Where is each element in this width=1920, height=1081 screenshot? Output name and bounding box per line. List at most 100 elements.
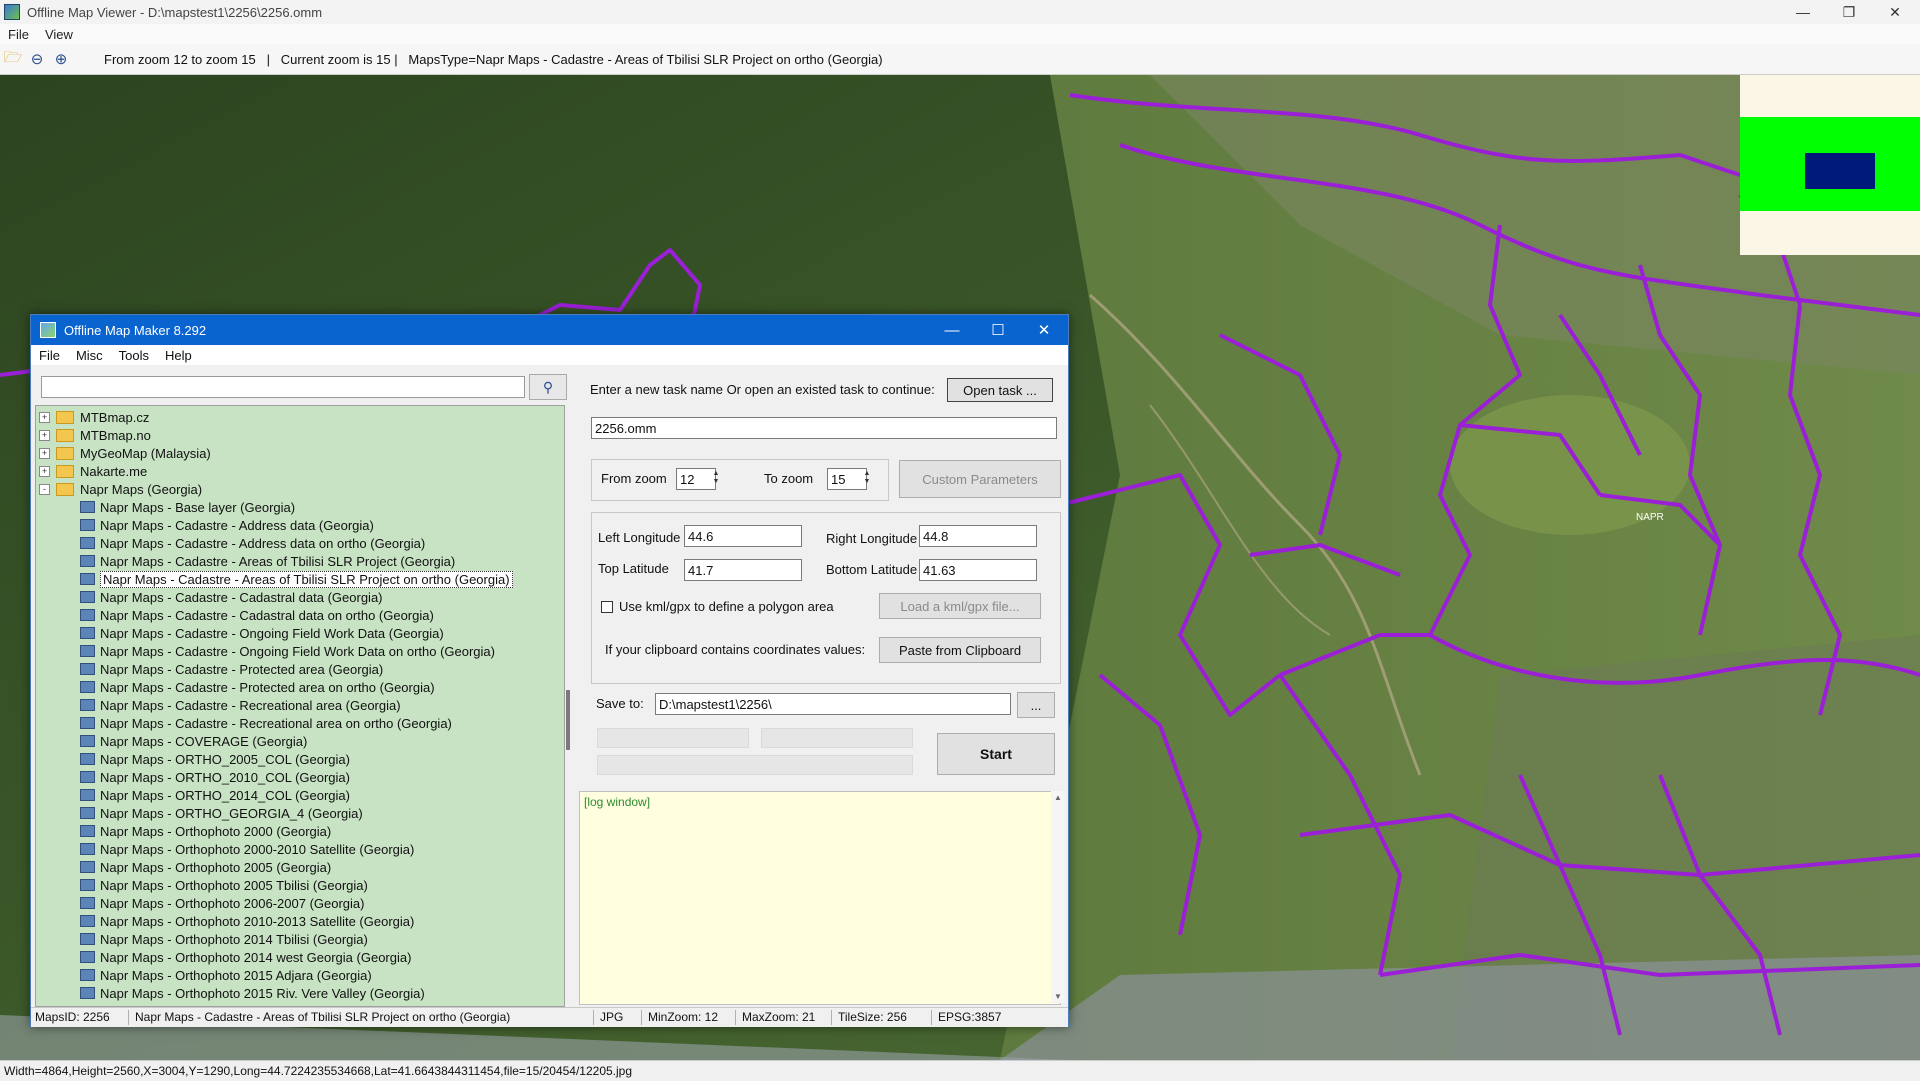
tree-item[interactable]: Napr Maps - Cadastre - Ongoing Field Wor…	[36, 642, 495, 660]
tree-item[interactable]: Napr Maps - Orthophoto 2014 west Georgia…	[36, 948, 411, 966]
top-latitude-input[interactable]: 41.7	[684, 559, 802, 581]
from-zoom-spinner-icon[interactable]: ▲ ▼	[710, 470, 722, 486]
zoom-in-icon[interactable]: ⊕	[50, 48, 72, 70]
task-name-input[interactable]: 2256.omm	[591, 417, 1057, 439]
save-to-input[interactable]: D:\mapstest1\2256\	[655, 693, 1011, 715]
tree-item[interactable]: Napr Maps - Orthophoto 2015 Adjara (Geor…	[36, 966, 372, 984]
bottom-latitude-input[interactable]: 41.63	[919, 559, 1037, 581]
expand-icon[interactable]: +	[39, 447, 50, 459]
log-window[interactable]: [log window]	[579, 791, 1061, 1005]
expand-icon[interactable]: +	[39, 429, 50, 441]
tree-item[interactable]: Napr Maps - Orthophoto 2005 (Georgia)	[36, 858, 331, 876]
dialog-menu-misc[interactable]: Misc	[68, 348, 111, 363]
viewer-menu-bar: File View	[0, 24, 1920, 44]
tree-item[interactable]: Napr Maps - Cadastre - Areas of Tbilisi …	[36, 570, 513, 588]
menu-view[interactable]: View	[37, 27, 81, 42]
tree-item[interactable]: Napr Maps - Orthophoto 2000 (Georgia)	[36, 822, 331, 840]
map-layer-icon	[80, 591, 95, 603]
browse-button[interactable]: ...	[1017, 692, 1055, 718]
kml-checkbox-label[interactable]: Use kml/gpx to define a polygon area	[619, 599, 834, 614]
dialog-close-icon[interactable]: ✕	[1021, 315, 1067, 345]
map-layer-icon	[80, 555, 95, 567]
scroll-down-icon[interactable]: ▼	[1054, 992, 1062, 1001]
tree-item[interactable]: Napr Maps - ORTHO_2010_COL (Georgia)	[36, 768, 350, 786]
tree-item[interactable]: Napr Maps - Cadastre - Address data (Geo…	[36, 516, 374, 534]
tree-item-label: MTBmap.no	[80, 427, 151, 443]
tree-item[interactable]: + MTBmap.cz	[36, 408, 149, 426]
tree-item[interactable]: Napr Maps - Cadastre - Protected area on…	[36, 678, 435, 696]
tree-item[interactable]: - Napr Maps (Georgia)	[36, 480, 202, 498]
tree-scrollbar[interactable]	[565, 405, 571, 1005]
dialog-minimize-icon[interactable]: —	[929, 315, 975, 345]
tree-item-label: Napr Maps - Cadastre - Protected area (G…	[100, 661, 384, 677]
status-min-zoom: MinZoom: 12	[644, 1010, 736, 1025]
map-search-input[interactable]	[41, 376, 525, 398]
tree-item[interactable]: Napr Maps - Cadastre - Address data on o…	[36, 534, 425, 552]
map-layer-icon	[80, 843, 95, 855]
tree-scrollbar-thumb[interactable]	[566, 690, 570, 750]
map-source-tree[interactable]: + MTBmap.cz + MTBmap.no + MyGeoMap (Malaysia)…	[35, 405, 565, 1007]
tree-item[interactable]: Napr Maps - Orthophoto 2000-2010 Satelli…	[36, 840, 414, 858]
dialog-menu-file[interactable]: File	[31, 348, 68, 363]
load-kml-button[interactable]: Load a kml/gpx file...	[879, 593, 1041, 619]
close-icon[interactable]: ✕	[1872, 0, 1918, 24]
tree-item[interactable]: Napr Maps - ORTHO_GEORGIA_4 (Georgia)	[36, 804, 363, 822]
tree-item[interactable]: Napr Maps - ORTHO_2014_COL (Georgia)	[36, 786, 350, 804]
map-layer-icon	[80, 681, 95, 693]
app-icon	[4, 4, 20, 20]
folder-icon	[56, 482, 74, 496]
tree-item[interactable]: Napr Maps - Orthophoto 2010-2013 Satelli…	[36, 912, 414, 930]
tree-item[interactable]: Napr Maps - Orthophoto 2005 Tbilisi (Geo…	[36, 876, 368, 894]
log-text: [log window]	[584, 795, 651, 809]
collapse-icon[interactable]: -	[39, 483, 50, 495]
minimap[interactable]	[1740, 75, 1920, 255]
map-layer-icon	[80, 501, 95, 513]
tree-item-label: Napr Maps - Base layer (Georgia)	[100, 499, 296, 515]
dialog-menu-tools[interactable]: Tools	[111, 348, 157, 363]
tree-item[interactable]: Napr Maps - Orthophoto 2006-2007 (Georgi…	[36, 894, 364, 912]
log-scrollbar[interactable]: ▲ ▼	[1051, 791, 1065, 1003]
scroll-up-icon[interactable]: ▲	[1054, 793, 1062, 802]
right-longitude-input[interactable]: 44.8	[919, 525, 1037, 547]
tree-item[interactable]: Napr Maps - Orthophoto 2015 Riv. Vere Va…	[36, 984, 425, 1002]
tree-item[interactable]: Napr Maps - Cadastre - Recreational area…	[36, 696, 401, 714]
tree-item[interactable]: Napr Maps - COVERAGE (Georgia)	[36, 732, 307, 750]
map-layer-icon	[80, 771, 95, 783]
to-zoom-spinner-icon[interactable]: ▲ ▼	[861, 470, 873, 486]
tree-item[interactable]: Napr Maps - ORTHO_2005_COL (Georgia)	[36, 750, 350, 768]
status-maps-name: Napr Maps - Cadastre - Areas of Tbilisi …	[131, 1010, 594, 1025]
paste-clipboard-button[interactable]: Paste from Clipboard	[879, 637, 1041, 663]
dialog-title-bar[interactable]: Offline Map Maker 8.292 — ☐ ✕	[31, 315, 1068, 345]
open-task-button[interactable]: Open task ...	[947, 378, 1053, 402]
tree-item[interactable]: Napr Maps - Cadastre - Cadastral data (G…	[36, 588, 383, 606]
map-layer-icon	[80, 609, 95, 621]
expand-icon[interactable]: +	[39, 411, 50, 423]
search-icon[interactable]: ⚲	[529, 374, 567, 400]
tree-item[interactable]: Napr Maps - Base layer (Georgia)	[36, 498, 295, 516]
kml-checkbox[interactable]	[601, 601, 613, 613]
minimize-icon[interactable]: —	[1780, 0, 1826, 24]
tree-item[interactable]: Napr Maps - Orthophoto 2014 Tbilisi (Geo…	[36, 930, 368, 948]
tree-item[interactable]: + Nakarte.me	[36, 462, 147, 480]
start-button[interactable]: Start	[937, 733, 1055, 775]
dialog-menu-help[interactable]: Help	[157, 348, 200, 363]
menu-file[interactable]: File	[0, 27, 37, 42]
tree-item[interactable]: Napr Maps - Cadastre - Recreational area…	[36, 714, 452, 732]
left-longitude-input[interactable]: 44.6	[684, 525, 802, 547]
zoom-out-icon[interactable]: ⊖	[26, 48, 48, 70]
expand-icon[interactable]: +	[39, 465, 50, 477]
tree-item[interactable]: Napr Maps - Cadastre - Areas of Tbilisi …	[36, 552, 455, 570]
map-layer-icon	[80, 789, 95, 801]
tree-item[interactable]: Napr Maps - Cadastre - Protected area (G…	[36, 660, 383, 678]
tree-item[interactable]: Napr Maps - Cadastre - Cadastral data on…	[36, 606, 434, 624]
custom-parameters-button[interactable]: Custom Parameters	[899, 460, 1061, 498]
minimap-viewport[interactable]	[1805, 153, 1875, 189]
dialog-maximize-icon[interactable]: ☐	[975, 315, 1021, 345]
tree-item[interactable]: Napr Maps - Cadastre - Ongoing Field Wor…	[36, 624, 444, 642]
tree-item[interactable]: + MyGeoMap (Malaysia)	[36, 444, 211, 462]
zoom-status-text: From zoom 12 to zoom 15 | Current zoom i…	[104, 51, 883, 67]
open-folder-icon[interactable]: 🗁	[2, 48, 24, 70]
tree-item[interactable]: + MTBmap.no	[36, 426, 151, 444]
restore-icon[interactable]: ❐	[1826, 0, 1872, 24]
tree-item-label: Napr Maps - Cadastre - Protected area on…	[100, 679, 435, 695]
